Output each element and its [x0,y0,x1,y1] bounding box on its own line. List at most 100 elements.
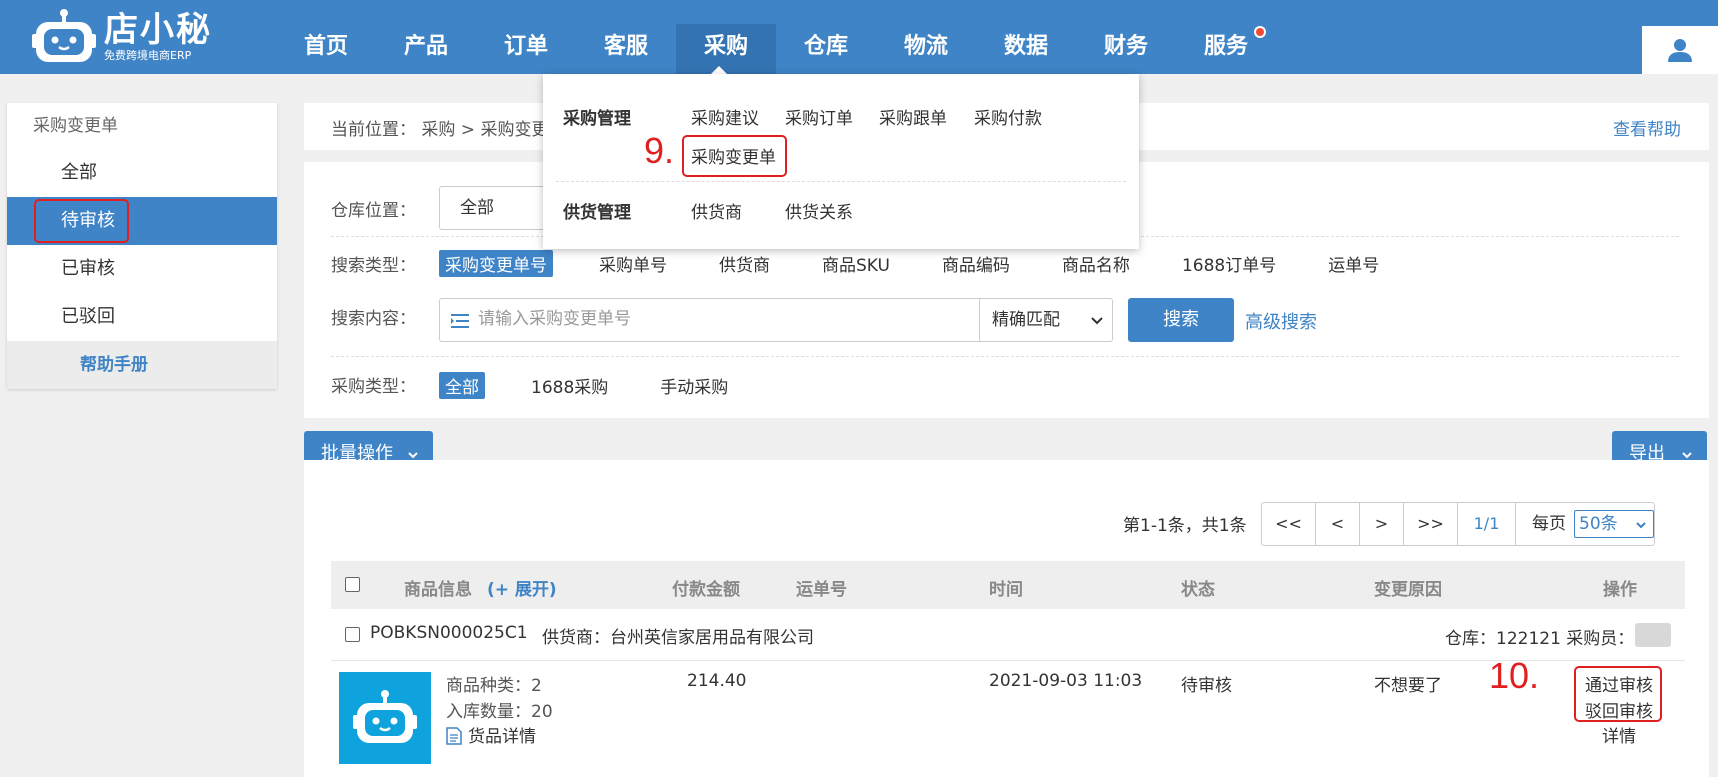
inbound-quantity: 入库数量：20 [446,702,553,722]
pagination: << < > >> 1/1 每页 50条 [1261,502,1655,546]
expand-toggle[interactable]: (+ 展开) [487,575,557,600]
search-button[interactable]: 搜索 [1128,298,1234,342]
nav-warehouse[interactable]: 仓库 [776,24,876,74]
row-checkbox[interactable] [345,627,360,642]
search-type-name[interactable]: 商品名称 [1056,250,1136,277]
nav-finance[interactable]: 财务 [1076,24,1176,74]
per-page-label: 每页 [1532,514,1566,534]
user-menu-button[interactable] [1642,26,1718,74]
sidebar: 采购变更单 全部 待审核 已审核 已驳回 帮助手册 [7,103,277,389]
detail-link[interactable]: 详情 [1602,722,1636,747]
col-amount: 付款金额 [672,580,740,600]
breadcrumb: 当前位置： 采购 > 采购变更单 [331,120,566,140]
per-page-value: 50条 [1579,514,1618,534]
nav-customer-service[interactable]: 客服 [576,24,676,74]
search-type-label: 搜索类型： [331,256,416,276]
per-page: 每页 50条 [1516,503,1654,545]
warehouse-select[interactable]: 全部 [439,186,549,230]
brand-name: 店小秘 [104,10,212,50]
nav-data[interactable]: 数据 [976,24,1076,74]
highlight-box [682,135,787,177]
brand-logo[interactable]: 店小秘 免费跨境电商ERP [32,4,212,70]
search-type-code[interactable]: 商品编码 [936,250,1016,277]
goods-detail-label: 货品详情 [468,727,536,747]
match-mode-value: 精确匹配 [992,310,1060,330]
search-type-purchase-no[interactable]: 采购单号 [593,250,673,277]
col-reason: 变更原因 [1374,580,1442,600]
page-first-button[interactable]: << [1262,503,1316,545]
group-supply-management: 供货管理 [563,203,631,223]
search-type-tracking[interactable]: 运单号 [1322,250,1385,277]
sidebar-item-all[interactable]: 全部 [7,149,277,197]
col-tracking: 运单号 [796,580,847,600]
results-panel: 第1-1条，共1条 << < > >> 1/1 每页 50条 商品信息 (+ 展… [304,460,1709,777]
supplier-info: 供货商：台州英信家居用品有限公司 [542,628,814,648]
page-indicator: 1/1 [1458,503,1516,545]
product-kinds: 商品种类：2 [446,676,542,696]
col-product: 商品信息 [404,580,472,600]
sidebar-item-approved[interactable]: 已审核 [7,245,277,293]
sidebar-item-pending[interactable]: 待审核 [7,197,277,245]
search-type-sku[interactable]: 商品SKU [816,250,896,277]
nav-products[interactable]: 产品 [376,24,476,74]
menu-purchase-payment[interactable]: 采购付款 [974,104,1042,129]
page-next-button[interactable]: > [1360,503,1404,545]
purchase-type-manual[interactable]: 手动采购 [654,372,734,399]
list-icon [451,314,469,328]
advanced-search-link[interactable]: 高级搜索 [1245,308,1317,334]
divider [556,181,1126,182]
table-header: 商品信息 (+ 展开) 付款金额 运单号 时间 状态 变更原因 操作 [331,561,1685,609]
chevron-down-icon [1091,317,1103,325]
nav-services[interactable]: 服务 [1176,24,1276,74]
match-mode-select[interactable]: 精确匹配 [979,298,1113,342]
menu-purchase-order[interactable]: 采购订单 [785,104,853,129]
search-type-change-no[interactable]: 采购变更单号 [439,250,553,277]
purchase-type-1688[interactable]: 1688采购 [525,372,614,399]
sidebar-item-rejected[interactable]: 已驳回 [7,293,277,341]
menu-purchase-suggestion[interactable]: 采购建议 [691,104,759,129]
warehouse-buyer-info: 仓库：122121 采购员： [1445,629,1635,649]
notification-dot [1254,26,1266,38]
pager-summary: 第1-1条，共1条 [1123,516,1247,536]
group-purchase-management: 采购管理 [563,109,631,129]
buyer-avatar [1635,623,1671,647]
view-help-link[interactable]: 查看帮助 [1613,115,1681,140]
product-thumbnail[interactable] [339,672,431,764]
purchase-dropdown-menu: 采购管理 采购建议 采购订单 采购跟单 采购付款 采购变更单 9. 供货管理 供… [543,74,1139,249]
nav-home[interactable]: 首页 [276,24,376,74]
top-nav-bar: 店小秘 免费跨境电商ERP 首页 产品 订单 客服 采购 仓库 物流 数据 财务… [0,0,1718,74]
table-row: 商品种类：2 入库数量：20 货品详情 214.40 2021-09-03 11… [331,655,1685,777]
nav-logistics[interactable]: 物流 [876,24,976,74]
col-action: 操作 [1603,580,1637,600]
highlight-box [34,199,129,243]
menu-purchase-tracking[interactable]: 采购跟单 [879,104,947,129]
payment-amount: 214.40 [687,671,747,691]
search-input[interactable] [478,309,958,329]
table-row: POBKSN000025C1 供货商：台州英信家居用品有限公司 仓库：12212… [331,609,1685,661]
nav-orders[interactable]: 订单 [476,24,576,74]
search-type-supplier[interactable]: 供货商 [713,250,776,277]
search-type-options: 采购变更单号 采购单号 供货商 商品SKU 商品编码 商品名称 1688订单号 … [439,250,1425,277]
goods-detail-link[interactable]: 货品详情 [446,722,536,747]
menu-supply-relations[interactable]: 供货关系 [785,198,853,223]
search-input-wrap [439,298,979,342]
nav-services-label: 服务 [1203,34,1248,59]
robot-logo-icon [353,690,417,743]
page-prev-button[interactable]: < [1316,503,1360,545]
col-status: 状态 [1181,580,1215,600]
sidebar-title: 采购变更单 [33,116,118,136]
select-all-checkbox[interactable] [345,577,360,592]
order-id-link[interactable]: POBKSN000025C1 [370,623,528,643]
search-type-1688[interactable]: 1688订单号 [1176,250,1282,277]
help-manual-link[interactable]: 帮助手册 [7,341,277,389]
status-text: 待审核 [1181,676,1232,696]
col-time: 时间 [989,580,1023,600]
menu-suppliers[interactable]: 供货商 [691,198,742,223]
robot-logo-icon [32,8,96,66]
step-10-annotation: 10. [1489,655,1540,696]
purchase-type-all[interactable]: 全部 [439,372,485,399]
purchase-type-label: 采购类型： [331,377,416,397]
page-last-button[interactable]: >> [1404,503,1458,545]
per-page-select[interactable]: 50条 [1574,510,1654,538]
main-nav: 首页 产品 订单 客服 采购 仓库 物流 数据 财务 服务 [276,24,1276,74]
